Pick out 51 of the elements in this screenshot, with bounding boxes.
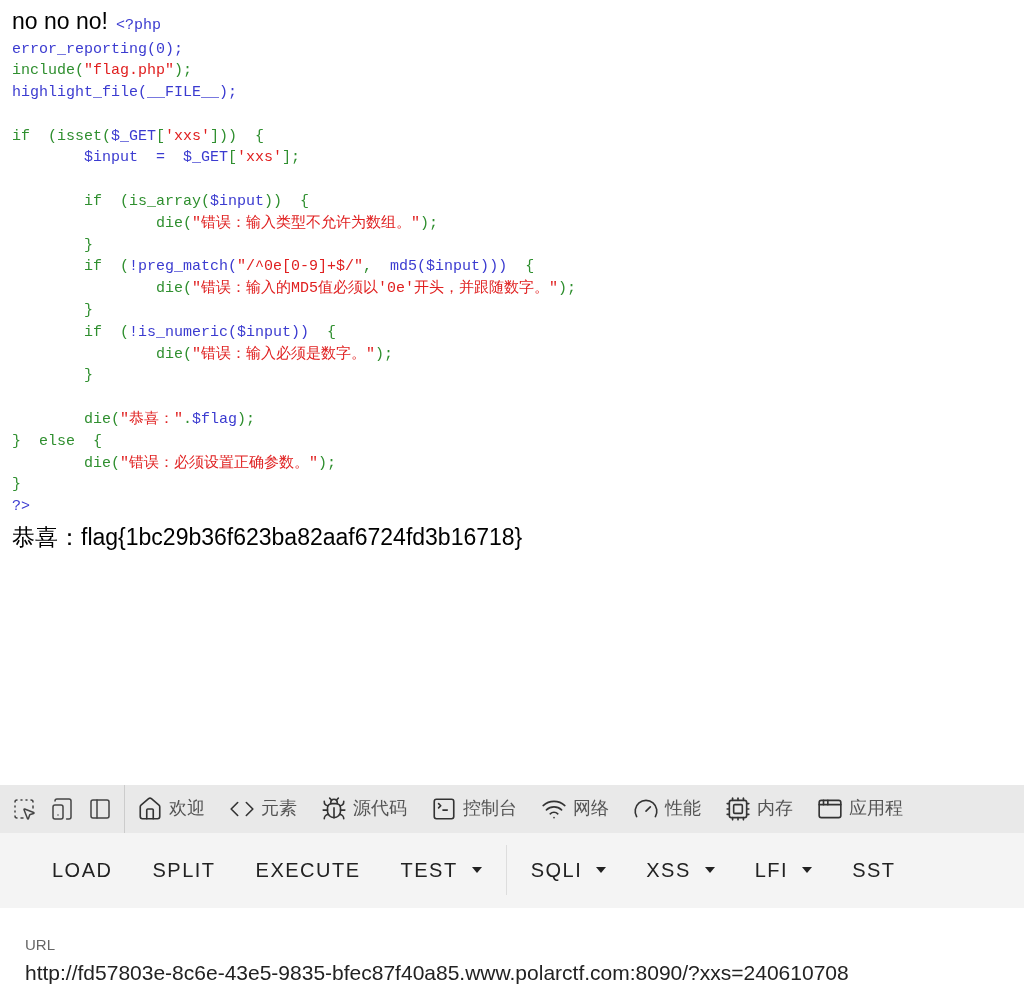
house-icon — [137, 795, 163, 822]
code-line: if (!is_numeric($input)) { — [83, 322, 337, 343]
dropdown-button[interactable]: SQLI — [510, 848, 627, 892]
bug-icon — [321, 795, 347, 822]
terminal-icon — [431, 795, 457, 822]
code-line: } — [83, 301, 93, 322]
toolbar-button[interactable]: EXECUTE — [235, 848, 381, 892]
toolbar-button[interactable]: SST — [832, 848, 916, 892]
code-line: } — [83, 235, 93, 256]
page-heading: no no no! — [12, 7, 108, 36]
caret-icon — [802, 867, 813, 873]
dropdown-button[interactable]: TEST — [380, 848, 502, 892]
devtools-tab[interactable]: 欢迎 — [125, 784, 217, 833]
code-line: if (is_array($input)) { — [83, 192, 310, 213]
chip-icon — [725, 795, 751, 822]
devtools-tab[interactable]: 控制台 — [419, 784, 529, 833]
code-line: $input = $_GET['xxs']; — [83, 148, 301, 169]
dropdown-button[interactable]: LFI — [734, 848, 833, 892]
code-line: } else { — [12, 431, 102, 452]
devtools-tab[interactable]: 性能 — [621, 784, 713, 833]
code-line: die("错误：输入必须是数字。"); — [155, 344, 394, 365]
toolbar-button[interactable]: SPLIT — [132, 848, 236, 892]
code-line: error_reporting(0); — [12, 39, 184, 60]
inspect-icon[interactable] — [12, 796, 36, 821]
code-line: if (isset($_GET['xxs'])) { — [12, 126, 265, 147]
code-line: die("错误：输入类型不允许为数组。"); — [155, 213, 439, 234]
url-field[interactable]: http://fd57803e-8c6e-43e5-9835-bfec87f40a85.www.polarctf.com:8090/?xxs=240610708 — [25, 958, 1024, 988]
code-line: highlight_file(__FILE__); — [12, 83, 238, 104]
code-line: die("错误：必须设置正确参数。"); — [83, 453, 337, 474]
toolbar-button[interactable]: LOAD — [32, 848, 133, 892]
caret-icon — [471, 867, 482, 873]
code-line: } — [83, 366, 93, 387]
devtools-tab[interactable]: 应用程 — [805, 784, 915, 833]
caret-icon — [596, 867, 607, 873]
devtools-tab[interactable]: 网络 — [529, 784, 621, 833]
code-line: die("错误：输入的MD5值必须以'0e'开头，并跟随数字。"); — [155, 278, 577, 300]
caret-icon — [704, 867, 715, 873]
code-line: die("恭喜：".$flag); — [83, 409, 256, 431]
code-line: <?php — [115, 16, 161, 36]
code-line: } — [12, 475, 21, 496]
url-label: URL — [25, 934, 55, 955]
dock-icon[interactable] — [88, 796, 112, 821]
devtools-tab[interactable]: 源代码 — [309, 784, 419, 833]
code-line: if (!preg_match("/^0e[0-9]+$/", md5($input))) { — [83, 257, 535, 278]
devtools-tab[interactable]: 元素 — [217, 784, 309, 833]
code-line: ?> — [12, 497, 30, 518]
device-icon[interactable] — [50, 796, 74, 821]
flag-output: 恭喜：flag{1bc29b36f623ba82aaf6724fd3b16718} — [12, 523, 523, 553]
dropdown-button[interactable]: XSS — [626, 848, 735, 892]
devtools-tab[interactable]: 内存 — [713, 784, 805, 833]
code-line: include("flag.php"); — [12, 61, 193, 82]
